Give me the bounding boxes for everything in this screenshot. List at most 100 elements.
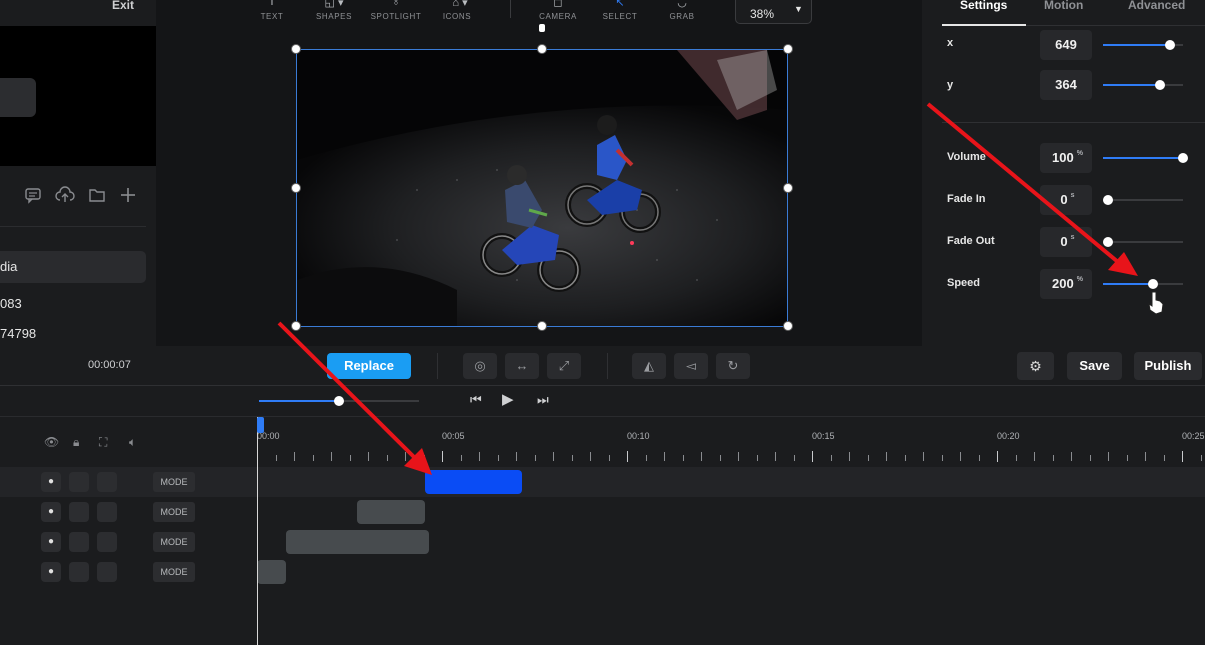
tool-grab[interactable]: GRAB (652, 12, 712, 21)
resize-handle-tr[interactable] (783, 44, 793, 54)
comment-icon[interactable] (24, 186, 44, 206)
expand-icon[interactable]: ⤢ (547, 353, 581, 379)
eye-icon[interactable]: ● (41, 472, 61, 492)
fit-width-icon[interactable]: ↔ (505, 353, 539, 379)
y-slider-knob[interactable] (1155, 80, 1165, 90)
tool-select[interactable]: SELECT (590, 12, 650, 21)
lock-toggle[interactable] (69, 472, 89, 492)
speaker-icon[interactable]: 🔈︎ (129, 435, 136, 450)
timeline-ruler[interactable] (257, 417, 1205, 467)
tool-text[interactable]: TEXT (242, 12, 302, 21)
clip[interactable] (257, 560, 286, 584)
eye-icon[interactable]: ● (41, 502, 61, 522)
mode-button[interactable]: MODE (153, 472, 195, 492)
speed-input[interactable]: 200% (1040, 269, 1092, 299)
exit-button[interactable]: Exit (112, 0, 134, 12)
icons-icon[interactable]: ⌂ ▾ (450, 0, 470, 9)
replace-button[interactable]: Replace (327, 353, 411, 379)
y-input[interactable]: 364 (1040, 70, 1092, 100)
lock-icon[interactable]: 🔒︎ (73, 435, 79, 450)
x-input[interactable]: 649 (1040, 30, 1092, 60)
flip-horizontal-icon[interactable]: ◭ (632, 353, 666, 379)
ruler-tick (997, 451, 998, 462)
fade-out-slider[interactable] (1103, 241, 1183, 243)
ruler-minor-tick (1164, 455, 1165, 461)
lock-toggle[interactable] (69, 502, 89, 522)
spotlight-icon[interactable]: ♁ (386, 0, 406, 8)
rotate-handle[interactable] (539, 24, 545, 32)
selected-clip[interactable] (425, 470, 522, 494)
shapes-icon[interactable]: ◱ ▾ (324, 0, 344, 9)
clip[interactable] (286, 530, 429, 554)
skip-back-icon[interactable]: ⏮ (470, 392, 482, 408)
resize-handle-r[interactable] (783, 183, 793, 193)
resize-handle-bl[interactable] (291, 321, 301, 331)
ruler-minor-tick (572, 455, 573, 461)
gear-icon[interactable]: ⚙ (1017, 352, 1054, 380)
fade-out-label: Fade Out (947, 235, 995, 247)
folder-icon[interactable] (88, 186, 108, 206)
select-cursor-icon[interactable]: ↖ (610, 0, 630, 9)
fade-in-slider-knob[interactable] (1103, 195, 1113, 205)
solo-toggle[interactable] (97, 502, 117, 522)
binoculars-icon[interactable]: ⛶ (99, 435, 107, 450)
preview-control[interactable] (0, 78, 36, 117)
lock-toggle[interactable] (69, 532, 89, 552)
fade-in-input[interactable]: 0s (1040, 185, 1092, 215)
text-icon[interactable]: T (262, 0, 282, 8)
clip[interactable] (357, 500, 425, 524)
solo-toggle[interactable] (97, 472, 117, 492)
ruler-tick (923, 452, 924, 461)
zoom-select[interactable]: 38% ▼ (735, 0, 812, 24)
grab-hand-icon[interactable]: ◡ (672, 0, 692, 9)
video-element[interactable] (296, 49, 788, 327)
tool-spotlight[interactable]: SPOTLIGHT (366, 12, 426, 21)
mode-button[interactable]: MODE (153, 532, 195, 552)
resize-handle-b[interactable] (537, 321, 547, 331)
tool-camera[interactable]: CAMERA (528, 12, 588, 21)
target-icon[interactable]: ◎ (463, 353, 497, 379)
speed-slider[interactable] (1103, 283, 1183, 285)
resize-handle-l[interactable] (291, 183, 301, 193)
media-tab[interactable]: dia (0, 251, 146, 283)
resize-handle-tl[interactable] (291, 44, 301, 54)
tab-motion[interactable]: Motion (1044, 0, 1083, 12)
volume-slider[interactable] (1103, 157, 1183, 159)
volume-input[interactable]: 100% (1040, 143, 1092, 173)
resize-handle-t[interactable] (537, 44, 547, 54)
x-slider-knob[interactable] (1165, 40, 1175, 50)
publish-button[interactable]: Publish (1134, 352, 1202, 380)
speed-slider-knob[interactable] (1148, 279, 1158, 289)
mode-button[interactable]: MODE (153, 502, 195, 522)
flip-vertical-icon[interactable]: ◅ (674, 353, 708, 379)
tool-shapes[interactable]: SHAPES (304, 12, 364, 21)
tool-icons[interactable]: ICONS (427, 12, 487, 21)
fade-in-slider[interactable] (1103, 199, 1183, 201)
resize-handle-br[interactable] (783, 321, 793, 331)
camera-icon[interactable]: ◻ (548, 0, 568, 9)
save-button[interactable]: Save (1067, 352, 1122, 380)
volume-slider-knob[interactable] (1178, 153, 1188, 163)
rotate-icon[interactable]: ↻ (716, 353, 750, 379)
solo-toggle[interactable] (97, 532, 117, 552)
y-slider[interactable] (1103, 84, 1183, 86)
solo-toggle[interactable] (97, 562, 117, 582)
volume-slider-knob[interactable] (334, 396, 344, 406)
eye-icon[interactable]: 👁︎ (44, 435, 59, 449)
tab-advanced[interactable]: Advanced (1128, 0, 1185, 12)
ruler-tick (1145, 452, 1146, 461)
upload-cloud-icon[interactable] (55, 186, 75, 206)
lock-toggle[interactable] (69, 562, 89, 582)
fade-out-input[interactable]: 0s (1040, 227, 1092, 257)
play-icon[interactable]: ▶ (502, 390, 514, 408)
plus-icon[interactable] (119, 186, 139, 206)
fade-out-slider-knob[interactable] (1103, 237, 1113, 247)
mode-button[interactable]: MODE (153, 562, 195, 582)
skip-forward-icon[interactable]: ⏭ (537, 392, 549, 408)
tab-settings[interactable]: Settings (960, 0, 1007, 12)
playhead-handle[interactable] (257, 417, 264, 433)
eye-icon[interactable]: ● (41, 532, 61, 552)
ruler-tick (738, 452, 739, 461)
eye-icon[interactable]: ● (41, 562, 61, 582)
playhead-line[interactable] (257, 417, 258, 645)
